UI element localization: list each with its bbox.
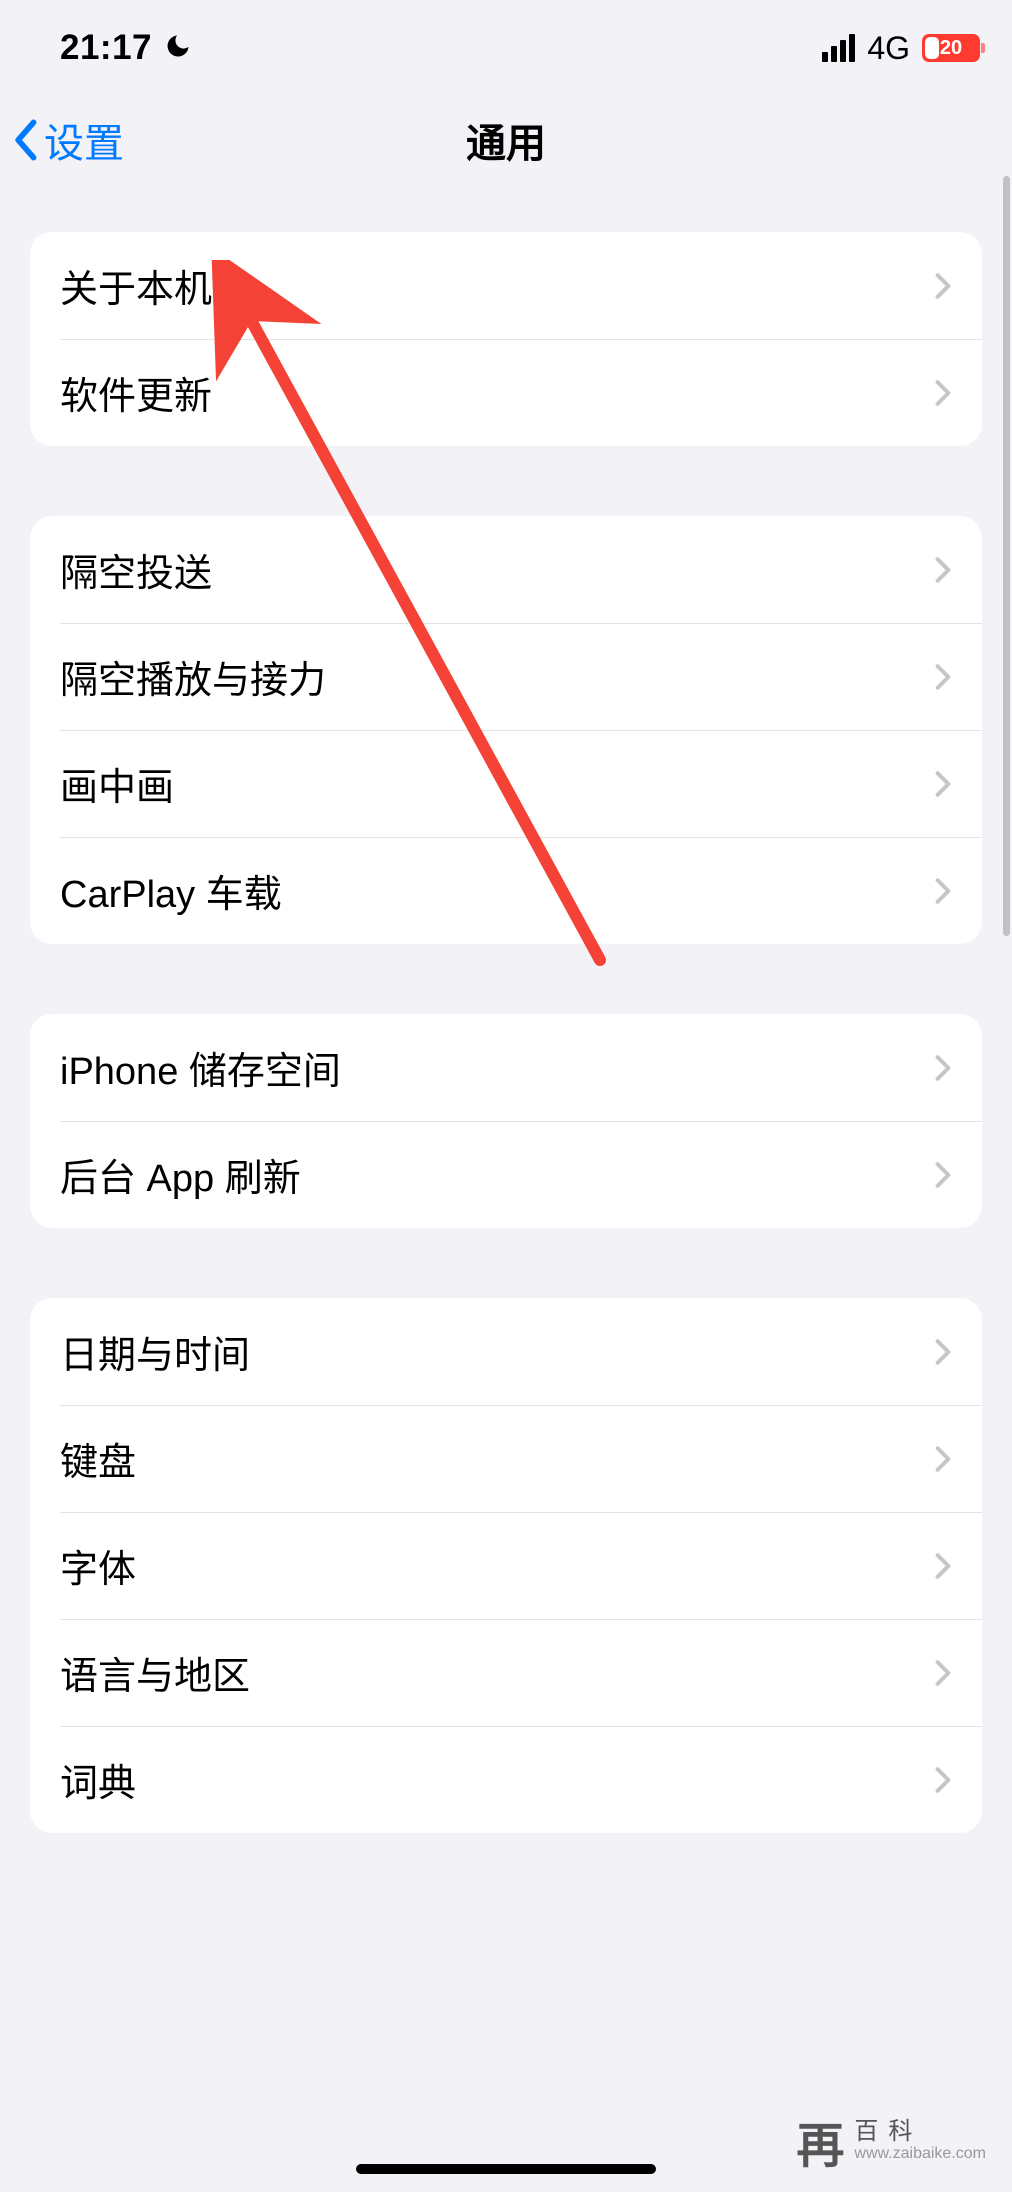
row-about[interactable]: 关于本机 xyxy=(30,232,982,339)
row-label: 隔空播放与接力 xyxy=(60,649,326,704)
status-time: 21:17 xyxy=(60,28,152,68)
network-type: 4G xyxy=(867,30,910,67)
chevron-right-icon xyxy=(934,1444,952,1474)
row-label: 键盘 xyxy=(60,1431,136,1486)
row-label: 词典 xyxy=(60,1752,136,1807)
battery-percent: 20 xyxy=(922,37,980,60)
dnd-moon-icon xyxy=(164,32,192,65)
row-label: 语言与地区 xyxy=(60,1645,250,1700)
watermark: 再 百科 www.zaibaike.com xyxy=(796,2106,986,2176)
back-label: 设置 xyxy=(44,111,124,169)
row-label: 日期与时间 xyxy=(60,1324,250,1379)
chevron-right-icon xyxy=(934,1160,952,1190)
row-label: 字体 xyxy=(60,1538,136,1593)
chevron-right-icon xyxy=(934,378,952,408)
row-iphone-storage[interactable]: iPhone 储存空间 xyxy=(30,1014,982,1121)
battery-icon: 20 xyxy=(922,34,980,62)
row-label: 软件更新 xyxy=(60,365,212,420)
chevron-right-icon xyxy=(934,662,952,692)
row-fonts[interactable]: 字体 xyxy=(30,1512,982,1619)
row-label: 画中画 xyxy=(60,756,174,811)
status-left: 21:17 xyxy=(60,28,192,68)
row-date-time[interactable]: 日期与时间 xyxy=(30,1298,982,1405)
row-background-refresh[interactable]: 后台 App 刷新 xyxy=(30,1121,982,1228)
row-label: iPhone 储存空间 xyxy=(60,1040,341,1095)
row-dictionary[interactable]: 词典 xyxy=(30,1726,982,1833)
chevron-right-icon xyxy=(934,1765,952,1795)
row-label: CarPlay 车载 xyxy=(60,863,282,918)
row-label: 关于本机 xyxy=(60,258,212,313)
watermark-logo: 再 xyxy=(796,2106,844,2176)
chevron-right-icon xyxy=(934,555,952,585)
page-title: 通用 xyxy=(0,111,1012,169)
group-about: 关于本机 软件更新 xyxy=(30,232,982,446)
group-storage: iPhone 储存空间 后台 App 刷新 xyxy=(30,1014,982,1228)
group-datetime: 日期与时间 键盘 字体 语言与地区 词典 xyxy=(30,1298,982,1833)
row-language-region[interactable]: 语言与地区 xyxy=(30,1619,982,1726)
settings-list[interactable]: 关于本机 软件更新 隔空投送 隔空播放与接力 画中画 CarPlay 车载 iP… xyxy=(0,232,1012,2192)
row-carplay[interactable]: CarPlay 车载 xyxy=(30,837,982,944)
chevron-right-icon xyxy=(934,1337,952,1367)
group-airdrop: 隔空投送 隔空播放与接力 画中画 CarPlay 车载 xyxy=(30,516,982,944)
chevron-right-icon xyxy=(934,1053,952,1083)
row-label: 后台 App 刷新 xyxy=(60,1147,301,1202)
row-software-update[interactable]: 软件更新 xyxy=(30,339,982,446)
watermark-url: www.zaibaike.com xyxy=(854,2145,986,2163)
chevron-right-icon xyxy=(934,1551,952,1581)
row-pip[interactable]: 画中画 xyxy=(30,730,982,837)
status-right: 4G 20 xyxy=(822,30,980,67)
cellular-signal-icon xyxy=(822,34,855,62)
status-bar: 21:17 4G 20 xyxy=(0,0,1012,78)
scrollbar[interactable] xyxy=(1003,176,1010,936)
chevron-right-icon xyxy=(934,271,952,301)
row-airdrop[interactable]: 隔空投送 xyxy=(30,516,982,623)
chevron-right-icon xyxy=(934,1658,952,1688)
nav-bar: 设置 通用 xyxy=(0,90,1012,190)
chevron-right-icon xyxy=(934,769,952,799)
chevron-right-icon xyxy=(934,876,952,906)
row-keyboard[interactable]: 键盘 xyxy=(30,1405,982,1512)
back-button[interactable]: 设置 xyxy=(12,111,124,169)
row-airplay-handoff[interactable]: 隔空播放与接力 xyxy=(30,623,982,730)
home-indicator[interactable] xyxy=(356,2164,656,2174)
row-label: 隔空投送 xyxy=(60,542,212,597)
watermark-cn: 百科 xyxy=(854,2119,986,2145)
